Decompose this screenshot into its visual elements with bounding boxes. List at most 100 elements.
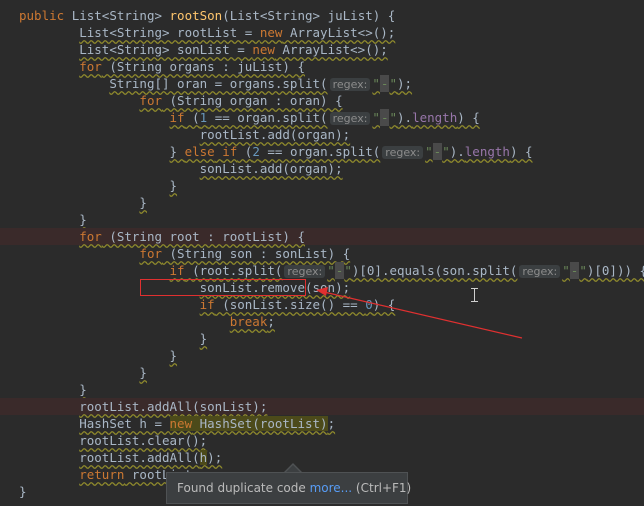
code-line-15: for (String son : sonList) { xyxy=(0,245,644,262)
brace: } xyxy=(79,212,87,227)
string-quote: " xyxy=(562,263,570,278)
number-literal: 2 xyxy=(252,144,260,159)
text-cursor-icon xyxy=(471,288,478,302)
highlight-box-annotation xyxy=(140,279,306,296)
code-line-25: HashSet h = new HashSet(rootList); xyxy=(0,415,644,432)
keyword-public: public xyxy=(19,8,65,23)
tooltip-shortcut: (Ctrl+F1) xyxy=(352,481,412,495)
split-call: == organ.split( xyxy=(207,110,328,125)
code-editor[interactable]: public List<String> rootSon ( List<String>… xyxy=(0,0,644,506)
paren: ) { xyxy=(372,8,396,23)
arraylist-constructor: ArrayList<>(); xyxy=(282,25,396,40)
string-quote: " xyxy=(372,76,380,91)
paren: ) { xyxy=(509,144,533,159)
keyword-for: for xyxy=(79,229,102,244)
for-root-header: (String root : rootList) { xyxy=(101,229,305,244)
keyword-if: if xyxy=(199,297,215,312)
hashset-declaration: HashSet h = xyxy=(79,416,170,431)
keyword-for: for xyxy=(139,93,162,108)
string-quote: " xyxy=(344,263,352,278)
brace: } xyxy=(139,195,147,210)
addall-sonlist-call: rootList.addAll(sonList); xyxy=(79,399,268,414)
paren: ) { xyxy=(372,297,396,312)
code-line-10: sonList.add(organ); xyxy=(0,160,644,177)
keyword-else: else xyxy=(184,144,215,159)
code-line-20: } xyxy=(0,330,644,347)
for-organ-header: (String organ : oran) { xyxy=(162,93,343,108)
method-name: rootSon xyxy=(169,8,223,23)
code-line-23: } xyxy=(0,381,644,398)
regex-parameter-hint: regex: xyxy=(284,265,326,278)
param-type: List<String> xyxy=(229,8,321,23)
paren: ); xyxy=(396,76,413,91)
keyword-if: if xyxy=(222,144,238,159)
string-quote: " xyxy=(327,263,335,278)
size-check: (sonList.size() == xyxy=(214,297,366,312)
keyword-new: new xyxy=(259,25,283,40)
brace: } xyxy=(139,365,147,380)
code-line-16: if (root.split(regex: "-")[0].equals(son.… xyxy=(0,262,644,279)
code-line-22: } xyxy=(0,364,644,381)
root-split-call: (root.split( xyxy=(184,263,283,278)
paren: )[0])) { xyxy=(586,263,644,278)
arraylist-constructor: ArrayList<>(); xyxy=(274,42,388,57)
for-organs-header: (String organs : juList) { xyxy=(101,59,305,74)
hashset-constructor: HashSet(rootList) xyxy=(192,416,328,431)
number-literal: 0 xyxy=(365,297,373,312)
paren: ( xyxy=(237,144,253,159)
code-line-19: break; xyxy=(0,313,644,330)
string-dash: - xyxy=(334,262,345,279)
code-line-3: List<String> sonList = new ArrayList<>()… xyxy=(0,41,644,58)
code-line-14: for (String root : rootList) { xyxy=(0,228,644,245)
tooltip-more-link[interactable]: more... xyxy=(310,481,353,495)
brace: } xyxy=(169,348,178,363)
brace: } xyxy=(169,144,185,159)
keyword-if: if xyxy=(169,263,185,278)
keyword-break: break xyxy=(229,314,268,329)
string-quote: " xyxy=(389,110,398,125)
code-line-27: rootList.addAll(h); xyxy=(0,449,644,466)
regex-parameter-hint: regex: xyxy=(382,146,424,159)
code-line-2: List<String> rootList = new ArrayList<>(… xyxy=(0,24,644,41)
tooltip-text: Found duplicate code xyxy=(177,481,310,495)
regex-parameter-hint: regex: xyxy=(519,265,561,278)
string-quote: " xyxy=(442,144,450,159)
string-quote: " xyxy=(425,144,433,159)
code-line-24: rootList.addAll(sonList); xyxy=(0,398,644,415)
for-son-header: (String son : sonList) { xyxy=(162,246,351,261)
duplicate-code-tooltip: Found duplicate code more... (Ctrl+F1) xyxy=(166,472,412,504)
equals-call: )[0].equals(son.split( xyxy=(351,263,518,278)
code-line-12: } xyxy=(0,194,644,211)
length-field: length xyxy=(464,144,510,159)
code-line-8: rootList.add(organ); xyxy=(0,126,644,143)
semicolon: ; xyxy=(267,314,275,329)
regex-parameter-hint: regex: xyxy=(329,78,371,91)
rootlist-add-call: rootList.add(organ); xyxy=(199,127,351,142)
code-line-4: for (String organs : juList) { xyxy=(0,58,644,75)
paren: ) { xyxy=(457,110,480,125)
paren: ( xyxy=(184,110,200,125)
return-type: List<String> xyxy=(71,8,162,23)
regex-parameter-hint: regex: xyxy=(329,112,371,125)
rootlist-clear-call: rootList.clear(); xyxy=(79,433,208,448)
sonlist-add-call: sonList.add(organ); xyxy=(199,161,343,176)
code-line-13: } xyxy=(0,211,644,228)
length-field: length xyxy=(412,110,458,125)
paren: ). xyxy=(449,144,465,159)
code-line-11: } xyxy=(0,177,644,194)
code-line-26: rootList.clear(); xyxy=(0,432,644,449)
code-line-9: } else if (2 == organ.split(regex: "-").l… xyxy=(0,143,644,160)
paren: ); xyxy=(207,450,223,465)
code-line-17: sonList.remove(son); xyxy=(0,279,644,296)
code-line-6: for (String organ : oran) { xyxy=(0,92,644,109)
code-line-21: } xyxy=(0,347,644,364)
brace: } xyxy=(199,331,208,346)
keyword-for: for xyxy=(139,246,162,261)
string-quote: " xyxy=(389,76,397,91)
paren: ). xyxy=(397,110,413,125)
string-quote: " xyxy=(372,110,380,125)
semicolon: ; xyxy=(327,416,336,431)
keyword-return: return xyxy=(79,467,125,482)
brace: } xyxy=(19,484,27,499)
param-name: juList xyxy=(327,8,373,23)
